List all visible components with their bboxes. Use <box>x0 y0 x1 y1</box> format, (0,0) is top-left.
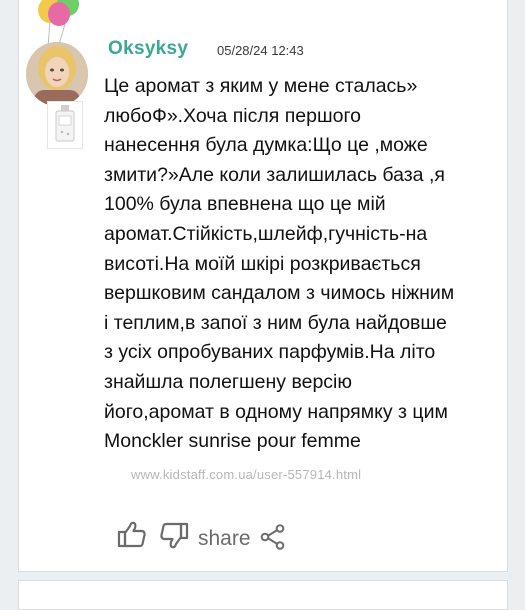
next-review-card <box>18 580 508 610</box>
review-text-line: 100% була впевнена що це мій <box>104 193 386 216</box>
review-timestamp: 05/28/24 12:43 <box>217 43 304 58</box>
review-text-line: з усіх опробуваних парфумів.На літо <box>104 341 436 364</box>
review-text-line: його,аромат в одному напрямку з цим <box>104 400 448 423</box>
review-text-line: любоФ».Хоча після першого <box>104 104 361 127</box>
perfume-bottle-icon <box>55 105 75 142</box>
review-text-line: висоті.На моїй шкірі розкривається <box>104 252 421 275</box>
like-button[interactable] <box>115 518 149 552</box>
dislike-button[interactable] <box>157 518 191 552</box>
review-text-line: вершковим сандалом з чимось ніжним <box>104 282 455 305</box>
review-text-line: Monckler sunrise pour femme <box>104 430 361 453</box>
review-text: Це аромат з яким у мене сталась» любоФ».… <box>104 72 504 457</box>
review-text-line: Це аромат з яким у мене сталась» <box>104 75 418 97</box>
share-button[interactable]: share <box>198 522 373 552</box>
review-text-line: знайшла полегшену версію <box>104 370 353 393</box>
share-icon <box>260 524 285 550</box>
balloons-icon <box>38 0 79 48</box>
watermark: www.kidstaff.com.ua/user-557914.html <box>131 467 362 482</box>
share-label: share <box>198 527 251 550</box>
product-thumbnail[interactable] <box>47 101 83 149</box>
username-link[interactable]: Oksyksy <box>108 38 188 60</box>
thumbs-down-icon <box>160 522 189 549</box>
review-text-line: нанесення була думка:Що це ,може <box>104 134 428 157</box>
thumbs-up-icon <box>117 521 146 548</box>
review-text-line: змити?»Але коли залишилась база ,я <box>104 163 445 186</box>
review-text-line: і теплим,в запої з ним була найдовше <box>104 311 447 334</box>
avatar-image <box>26 42 88 106</box>
review-text-line: аромат.Стійкість,шлейф,гучність-на <box>104 222 428 245</box>
avatar[interactable] <box>26 42 88 106</box>
